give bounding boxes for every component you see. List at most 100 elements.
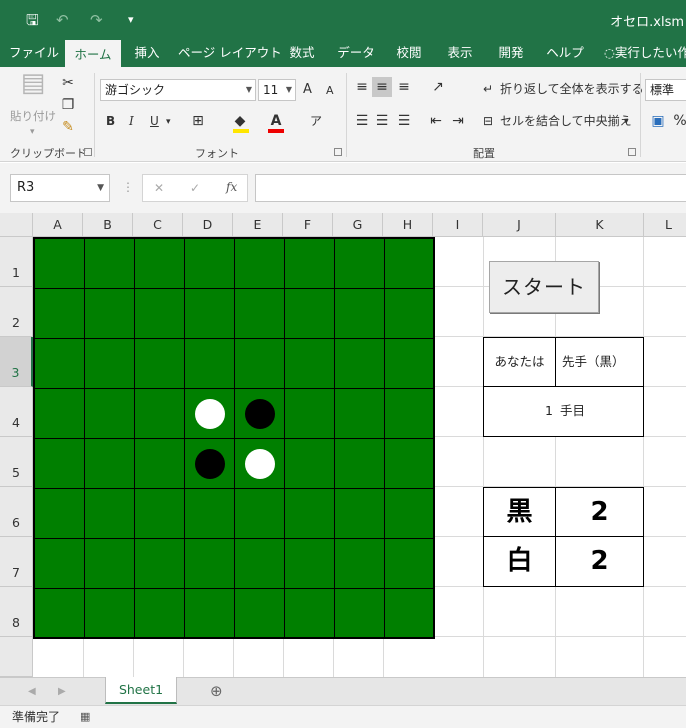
row-header-4[interactable]: 4 <box>0 387 33 437</box>
board-cell-c8[interactable] <box>135 589 185 639</box>
board-cell-e2[interactable] <box>235 289 285 339</box>
start-button[interactable]: スタート <box>489 261 599 313</box>
board-cell-b1[interactable] <box>85 239 135 289</box>
enter-icon[interactable]: ✓ <box>190 179 200 197</box>
alignment-launcher-icon[interactable] <box>628 148 636 156</box>
column-header-f[interactable]: F <box>283 213 333 237</box>
board-cell-h7[interactable] <box>385 539 435 589</box>
align-middle-icon[interactable]: ≡ <box>372 77 392 97</box>
clipboard-launcher-icon[interactable] <box>84 148 92 156</box>
board-cell-e7[interactable] <box>235 539 285 589</box>
board-cell-a4[interactable] <box>35 389 85 439</box>
column-header-a[interactable]: A <box>33 213 83 237</box>
board-cell-e1[interactable] <box>235 239 285 289</box>
board-cell-e3[interactable] <box>235 339 285 389</box>
board-cell-c2[interactable] <box>135 289 185 339</box>
board-cell-h6[interactable] <box>385 489 435 539</box>
board-cell-c1[interactable] <box>135 239 185 289</box>
board-cell-d1[interactable] <box>185 239 235 289</box>
column-header-b[interactable]: B <box>83 213 133 237</box>
column-header-j[interactable]: J <box>483 213 556 237</box>
tab-help[interactable]: ヘルプ <box>542 40 588 67</box>
fill-color-icon[interactable]: ◆ <box>230 111 250 131</box>
row-header-9[interactable] <box>0 637 33 677</box>
number-format-select[interactable]: 標準 <box>645 79 686 101</box>
select-all-button[interactable] <box>0 213 33 237</box>
font-launcher-icon[interactable] <box>334 148 342 156</box>
tab-view[interactable]: 表示 <box>440 40 480 67</box>
merge-center-button[interactable]: セルを結合して中央揃え <box>500 112 632 130</box>
board-cell-c4[interactable] <box>135 389 185 439</box>
board-cell-h1[interactable] <box>385 239 435 289</box>
board-cell-h8[interactable] <box>385 589 435 639</box>
board-cell-a3[interactable] <box>35 339 85 389</box>
board-cell-f4[interactable] <box>285 389 335 439</box>
board-cell-e8[interactable] <box>235 589 285 639</box>
board-cell-g5[interactable] <box>335 439 385 489</box>
board-cell-b3[interactable] <box>85 339 135 389</box>
board-cell-d8[interactable] <box>185 589 235 639</box>
percent-icon[interactable]: % <box>670 111 686 131</box>
board-cell-d4[interactable] <box>185 389 235 439</box>
scroll-tabs-right-icon[interactable]: ▶ <box>58 683 66 701</box>
board-cell-g8[interactable] <box>335 589 385 639</box>
board-cell-a7[interactable] <box>35 539 85 589</box>
merge-center-icon[interactable]: ⊟ <box>478 111 498 131</box>
board-cell-g6[interactable] <box>335 489 385 539</box>
board-cell-e4[interactable] <box>235 389 285 439</box>
board-cell-a8[interactable] <box>35 589 85 639</box>
decrease-indent-icon[interactable]: ⇤ <box>426 111 446 131</box>
column-header-l[interactable]: L <box>644 213 686 237</box>
board-cell-d5[interactable] <box>185 439 235 489</box>
othello-board[interactable] <box>33 237 435 639</box>
board-cell-b6[interactable] <box>85 489 135 539</box>
phonetic-icon[interactable]: ア <box>306 111 326 131</box>
format-painter-icon[interactable]: ✎ <box>58 117 78 137</box>
undo-icon[interactable]: ↶ <box>56 10 69 30</box>
italic-button[interactable]: I <box>129 112 134 130</box>
redo-icon[interactable]: ↷ <box>90 10 103 30</box>
grow-font-button[interactable]: A <box>303 81 312 99</box>
align-top-icon[interactable]: ≡ <box>352 77 372 97</box>
cut-icon[interactable]: ✂ <box>58 73 78 93</box>
row-header-3[interactable]: 3 <box>0 337 33 387</box>
paste-dropdown-icon[interactable]: ▾ <box>30 123 35 141</box>
row-header-7[interactable]: 7 <box>0 537 33 587</box>
board-cell-b5[interactable] <box>85 439 135 489</box>
align-left-icon[interactable]: ☰ <box>352 111 372 131</box>
board-cell-f1[interactable] <box>285 239 335 289</box>
board-cell-b4[interactable] <box>85 389 135 439</box>
sheet-tab-sheet1[interactable]: Sheet1 <box>105 677 177 704</box>
you-are-value-cell[interactable]: 先手（黒） <box>555 337 644 387</box>
worksheet-grid[interactable]: A B C D E F G H I J K L 1 2 3 4 5 6 7 8 … <box>0 213 686 677</box>
orientation-icon[interactable]: ↗ <box>428 77 448 97</box>
wrap-text-button[interactable]: 折り返して全体を表示する <box>500 80 644 98</box>
white-label-cell[interactable]: 白 <box>483 536 556 587</box>
board-cell-f5[interactable] <box>285 439 335 489</box>
name-box[interactable]: R3 ▼ <box>10 174 110 202</box>
board-cell-c3[interactable] <box>135 339 185 389</box>
board-cell-e6[interactable] <box>235 489 285 539</box>
board-cell-h4[interactable] <box>385 389 435 439</box>
board-cell-a1[interactable] <box>35 239 85 289</box>
tab-review[interactable]: 校閲 <box>388 40 430 67</box>
board-cell-d3[interactable] <box>185 339 235 389</box>
font-color-icon[interactable]: A <box>266 111 286 131</box>
font-size-select[interactable]: 11 ▼ <box>258 79 296 101</box>
accounting-format-icon[interactable]: ▣ <box>648 111 668 131</box>
font-name-select[interactable]: 游ゴシック ▼ <box>100 79 256 101</box>
column-header-h[interactable]: H <box>383 213 433 237</box>
board-cell-h5[interactable] <box>385 439 435 489</box>
underline-button[interactable]: U <box>150 112 159 130</box>
column-header-i[interactable]: I <box>433 213 483 237</box>
tab-data[interactable]: データ <box>332 40 380 67</box>
board-cell-c5[interactable] <box>135 439 185 489</box>
row-header-1[interactable]: 1 <box>0 237 33 287</box>
column-header-g[interactable]: G <box>333 213 383 237</box>
formula-input[interactable] <box>255 174 686 202</box>
increase-indent-icon[interactable]: ⇥ <box>448 111 468 131</box>
board-cell-c6[interactable] <box>135 489 185 539</box>
board-cell-d6[interactable] <box>185 489 235 539</box>
board-cell-f7[interactable] <box>285 539 335 589</box>
bold-button[interactable]: B <box>106 112 115 130</box>
